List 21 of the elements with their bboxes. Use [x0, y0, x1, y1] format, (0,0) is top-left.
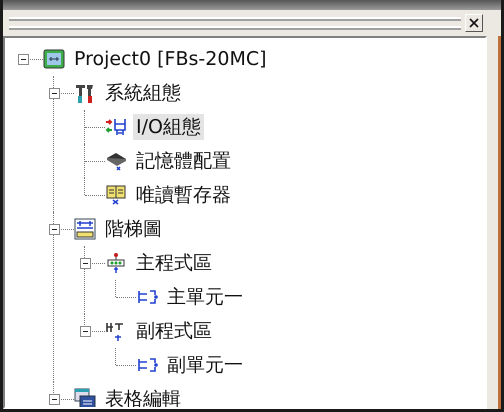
book-icon [105, 184, 127, 206]
tree-item[interactable]: 副程式區 [133, 318, 215, 344]
tree-item[interactable]: 階梯圖 [102, 216, 165, 242]
collapse-toggle[interactable] [80, 258, 90, 268]
ladder-icon [74, 218, 96, 240]
tree-item[interactable]: 主程式區 [133, 250, 215, 276]
close-icon [469, 18, 479, 28]
tree-item[interactable]: 系統組態 [102, 80, 184, 106]
collapse-toggle[interactable] [48, 224, 60, 234]
tree-item[interactable]: 副單元一 [164, 352, 246, 378]
collapse-toggle[interactable] [18, 54, 28, 64]
tree-item[interactable]: I/O組態 [133, 114, 204, 140]
tree-item[interactable]: 唯讀暫存器 [133, 182, 234, 208]
tree-item[interactable]: 記憶體配置 [133, 148, 234, 174]
collapse-toggle[interactable] [48, 88, 60, 98]
collapse-toggle[interactable] [80, 326, 90, 336]
tree-item[interactable]: Project0 [FBs-20MC] [71, 46, 270, 72]
tree-item[interactable]: 主單元一 [164, 284, 246, 310]
collapse-toggle[interactable] [48, 394, 60, 404]
close-button[interactable] [465, 14, 483, 32]
project-icon [43, 48, 65, 70]
